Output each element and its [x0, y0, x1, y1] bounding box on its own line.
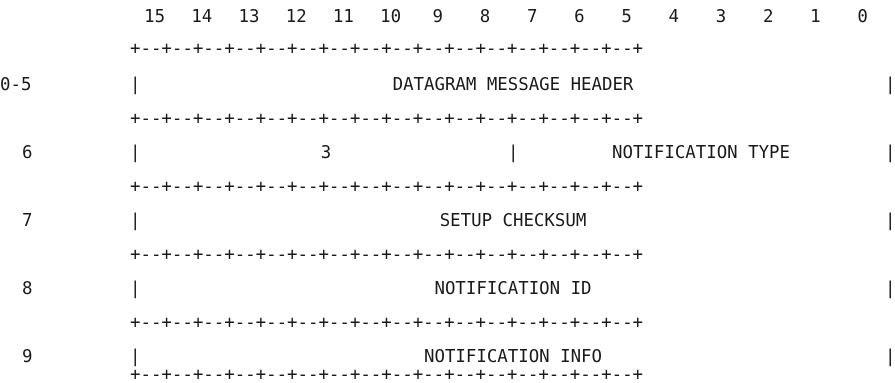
- field-datagram-message-header: DATAGRAM MESSAGE HEADER: [393, 75, 634, 95]
- separator-line: +--+--+--+--+--+--+--+--+--+--+--+--+--+…: [130, 109, 643, 129]
- packet-format-diagram: 15 14 13 12 11 10 9 8 7 6 5 4 3 2 1 0 +--+--+--+--+--+-…: [0, 7, 895, 382]
- field-right-border: |: [885, 279, 895, 299]
- row-index: 7: [22, 211, 32, 231]
- row-index: 9: [22, 347, 32, 367]
- bit-position-label: 5: [621, 7, 631, 27]
- field-notification-info: NOTIFICATION INFO: [424, 347, 602, 367]
- field-right-border: |: [885, 75, 895, 95]
- bit-position-label: 3: [716, 7, 726, 27]
- field-right-border: |: [885, 211, 895, 231]
- field-notification-id: NOTIFICATION ID: [434, 279, 591, 299]
- separator-line: +--+--+--+--+--+--+--+--+--+--+--+--+--+…: [130, 365, 643, 382]
- field-left-border: |: [130, 347, 140, 367]
- field-value-3: 3: [321, 143, 331, 163]
- field-divider: |: [508, 143, 518, 163]
- bit-position-header: 15 14 13 12 11 10 9 8 7 6 5 4 3 2 1 0: [144, 7, 868, 27]
- bit-position-label: 6: [574, 7, 584, 27]
- separator-line: +--+--+--+--+--+--+--+--+--+--+--+--+--+…: [130, 313, 643, 333]
- field-setup-checksum: SETUP CHECKSUM: [440, 211, 587, 231]
- bit-position-label: 9: [433, 7, 443, 27]
- bit-position-label: 4: [669, 7, 679, 27]
- bit-position-label: 10: [380, 7, 401, 27]
- field-left-border: |: [130, 75, 140, 95]
- separator-line: +--+--+--+--+--+--+--+--+--+--+--+--+--+…: [130, 177, 643, 197]
- bit-position-label: 0: [857, 7, 867, 27]
- separator-line: +--+--+--+--+--+--+--+--+--+--+--+--+--+…: [130, 39, 643, 59]
- field-left-border: |: [130, 279, 140, 299]
- field-left-border: |: [130, 143, 140, 163]
- bit-position-label: 15: [144, 7, 165, 27]
- row-index: 0-5: [0, 75, 31, 95]
- field-right-border: |: [885, 143, 895, 163]
- bit-position-label: 8: [480, 7, 490, 27]
- bit-position-label: 11: [333, 7, 354, 27]
- field-notification-type: NOTIFICATION TYPE: [612, 143, 790, 163]
- field-left-border: |: [130, 211, 140, 231]
- bit-position-label: 1: [810, 7, 820, 27]
- separator-line: +--+--+--+--+--+--+--+--+--+--+--+--+--+…: [130, 245, 643, 265]
- bit-position-label: 2: [763, 7, 773, 27]
- field-right-border: |: [885, 347, 895, 367]
- bit-position-label: 14: [191, 7, 212, 27]
- bit-position-label: 12: [286, 7, 307, 27]
- row-index: 8: [22, 279, 32, 299]
- bit-position-label: 13: [239, 7, 260, 27]
- bit-position-label: 7: [527, 7, 537, 27]
- row-index: 6: [22, 143, 32, 163]
